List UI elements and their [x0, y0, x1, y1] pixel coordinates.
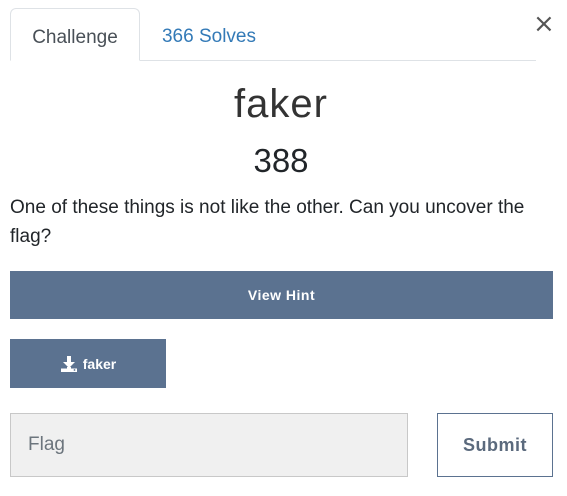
- close-icon[interactable]: ×: [533, 10, 555, 38]
- submit-button[interactable]: Submit: [437, 413, 553, 477]
- view-hint-button[interactable]: View Hint: [10, 271, 553, 319]
- challenge-tabs: Challenge 366 Solves: [10, 8, 536, 61]
- download-file-label: faker: [82, 355, 117, 372]
- tab-challenge[interactable]: Challenge: [10, 8, 140, 61]
- download-file-button[interactable]: faker: [10, 339, 166, 388]
- tab-solves[interactable]: 366 Solves: [150, 8, 268, 60]
- challenge-title: faker: [234, 82, 328, 126]
- download-icon: [60, 355, 77, 372]
- challenge-points: 388: [253, 142, 309, 179]
- flag-input[interactable]: [10, 413, 408, 477]
- challenge-modal: Challenge 366 Solves × faker 388 One of …: [0, 0, 567, 496]
- challenge-description: One of these things is not like the othe…: [10, 197, 525, 247]
